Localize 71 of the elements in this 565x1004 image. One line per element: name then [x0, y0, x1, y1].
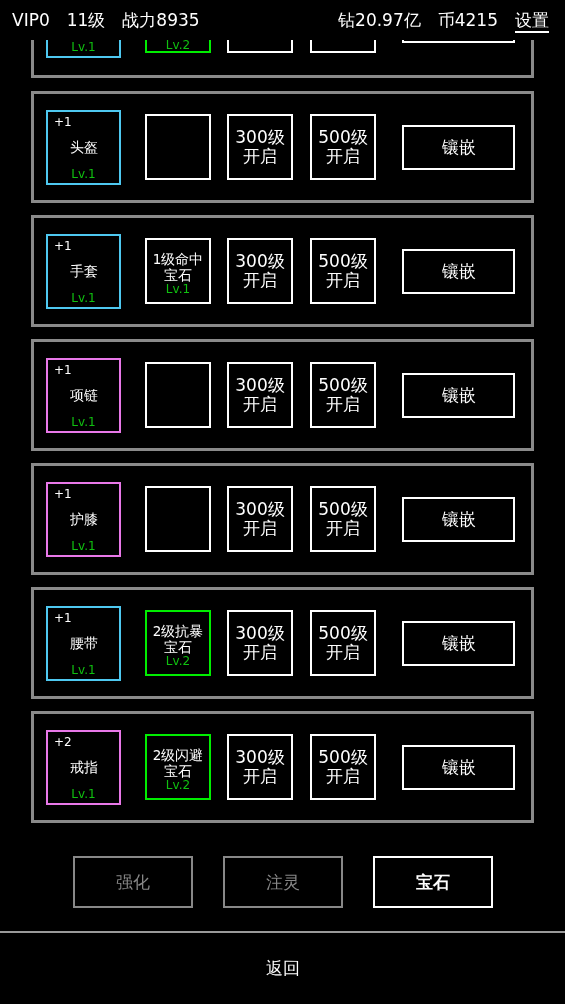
gem-level: Lv.2 — [165, 655, 191, 667]
enhance-level: +1 — [54, 610, 72, 625]
equipment-level: Lv.1 — [70, 538, 97, 553]
enhance-level: +1 — [54, 486, 72, 501]
unlock-requirement: 300级开启 — [234, 748, 286, 786]
inlay-button[interactable] — [402, 40, 515, 43]
equipment-name: 项链 — [69, 387, 98, 405]
equipment-name: 手套 — [69, 263, 98, 281]
equipment-name: 腰带 — [69, 635, 98, 653]
inlay-button[interactable]: 镶嵌 — [402, 124, 515, 170]
tab[interactable]: 注灵 — [222, 856, 343, 908]
back-button[interactable]: 返回 — [259, 956, 306, 981]
tab[interactable]: 强化 — [72, 856, 193, 908]
inlay-button[interactable]: 镶嵌 — [402, 744, 515, 790]
gem-name: 1级命中宝石 — [151, 251, 205, 283]
unlock-requirement: 500级开启 — [317, 376, 369, 414]
empty-gem-slot[interactable] — [145, 486, 211, 552]
enhance-level: +1 — [54, 114, 72, 129]
gem-name: 2级抗暴宝石 — [151, 623, 205, 655]
equipment-slot[interactable]: +1 护膝 Lv.1 — [46, 481, 121, 557]
unlock-requirement: 500级开启 — [317, 252, 369, 290]
unlock-requirement: 300级开启 — [234, 252, 286, 290]
gem-slot[interactable]: Lv.2 — [145, 40, 211, 53]
gem-slot[interactable]: 2级抗暴宝石 Lv.2 — [145, 610, 211, 676]
unlock-requirement: 500级开启 — [317, 500, 369, 538]
locked-slot — [310, 40, 376, 53]
equipment-slot[interactable]: +1 腰带 Lv.1 — [46, 605, 121, 681]
gem-level: Lv.1 — [165, 283, 191, 295]
equipment-level: Lv.1 — [70, 414, 97, 429]
combat-power: 战力8935 — [122, 8, 200, 32]
equipment-slot[interactable]: +1 头盔 Lv.1 — [46, 109, 121, 185]
tab[interactable]: 宝石 — [372, 856, 493, 908]
equipment-level: Lv.1 — [70, 290, 97, 305]
unlock-requirement: 300级开启 — [234, 128, 286, 166]
coin-count: 币4215 — [437, 8, 498, 32]
inlay-button[interactable]: 镶嵌 — [402, 496, 515, 542]
unlock-requirement: 300级开启 — [234, 376, 286, 414]
equipment-name: 头盔 — [69, 139, 98, 157]
inlay-button[interactable]: 镶嵌 — [402, 620, 515, 666]
gem-slot[interactable]: 2级闪避宝石 Lv.2 — [145, 734, 211, 800]
settings-link[interactable]: 设置 — [515, 10, 549, 33]
equipment-level: Lv.1 — [71, 40, 96, 54]
enhance-level: +2 — [54, 734, 72, 749]
locked-slot — [227, 40, 293, 53]
unlock-requirement: 500级开启 — [317, 748, 369, 786]
empty-gem-slot[interactable] — [145, 114, 211, 180]
equipment-level: Lv.1 — [70, 786, 97, 801]
equipment-name: 护膝 — [69, 511, 98, 529]
inlay-button[interactable]: 镶嵌 — [402, 372, 515, 418]
unlock-requirement: 500级开启 — [317, 624, 369, 662]
unlock-requirement: 300级开启 — [234, 624, 286, 662]
gem-level: Lv.2 — [165, 779, 191, 791]
player-level: 11级 — [66, 8, 106, 32]
gem-slot[interactable]: 1级命中宝石 Lv.1 — [145, 238, 211, 304]
equipment-slot[interactable]: +1 手套 Lv.1 — [46, 233, 121, 309]
inlay-button[interactable]: 镶嵌 — [402, 248, 515, 294]
vip-level: VIP0 — [12, 10, 50, 30]
unlock-requirement: 300级开启 — [234, 500, 286, 538]
equipment-name: 戒指 — [69, 759, 98, 777]
equipment-slot[interactable]: +2 戒指 Lv.1 — [46, 729, 121, 805]
equipment-level: Lv.1 — [70, 662, 97, 677]
empty-gem-slot[interactable] — [145, 362, 211, 428]
equipment-level: Lv.1 — [70, 166, 97, 181]
unlock-requirement: 500级开启 — [317, 128, 369, 166]
enhance-level: +1 — [54, 238, 72, 253]
gem-name: 2级闪避宝石 — [151, 747, 205, 779]
enhance-level: +1 — [54, 362, 72, 377]
diamond-count: 钻20.97亿 — [338, 8, 421, 32]
equipment-slot[interactable]: +1 项链 Lv.1 — [46, 357, 121, 433]
gem-level: Lv.2 — [165, 38, 191, 52]
equipment-slot[interactable]: Lv.1 — [46, 40, 121, 58]
